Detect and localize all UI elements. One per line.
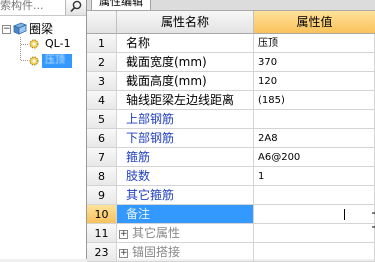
tree-connector xyxy=(20,37,21,60)
property-name: 截面宽度(mm) xyxy=(117,53,254,72)
row-number: 4 xyxy=(87,91,117,110)
table-row[interactable]: 8 肢数 1 xyxy=(87,167,375,186)
table-row[interactable]: 9 其它箍筋 xyxy=(87,186,375,205)
row-number: 5 xyxy=(87,110,117,129)
property-value-cell[interactable]: 370 xyxy=(254,53,375,72)
component-tree-panel: 索构件... − 圈梁 QL-1 压顶 xyxy=(0,0,87,259)
row-number-header xyxy=(87,11,117,34)
table-row[interactable]: 4 轴线距梁左边线距离 (185) xyxy=(87,91,375,110)
property-group-name[interactable]: + 其它属性 xyxy=(117,224,254,243)
column-header-value[interactable]: 属性值 xyxy=(254,11,375,34)
tree-node-ql1[interactable]: QL-1 xyxy=(45,36,71,52)
property-name: 肢数 xyxy=(117,167,254,186)
gear-icon xyxy=(29,39,39,49)
tab-property-edit[interactable]: 属性编辑 xyxy=(91,0,151,10)
table-row[interactable]: 2 截面宽度(mm) 370 xyxy=(87,53,375,72)
property-value-cell[interactable] xyxy=(254,110,375,129)
row-number: 7 xyxy=(87,148,117,167)
property-name: 下部钢筋 xyxy=(117,129,254,148)
row-number: 9 xyxy=(87,186,117,205)
property-name: 名称 xyxy=(117,34,254,53)
table-row[interactable]: 10 备注 xyxy=(87,205,375,224)
ibeam-cursor-icon xyxy=(372,212,375,228)
table-row[interactable]: 5 上部钢筋 xyxy=(87,110,375,129)
tree-connector xyxy=(21,60,28,61)
row-number: 11 xyxy=(87,224,117,243)
search-icon xyxy=(70,0,82,13)
search-input[interactable]: 索构件... xyxy=(0,0,66,13)
tree-collapse-toggle[interactable]: − xyxy=(2,25,11,34)
table-row[interactable]: 11 + 其它属性 xyxy=(87,224,375,243)
property-value-cell[interactable] xyxy=(254,186,375,205)
expand-icon[interactable]: + xyxy=(119,230,128,239)
tree-node-root[interactable]: 圈梁 xyxy=(29,21,53,37)
property-name: 截面高度(mm) xyxy=(117,72,254,91)
row-number: 1 xyxy=(87,34,117,53)
property-value-cell[interactable] xyxy=(254,243,375,262)
property-name: 其它箍筋 xyxy=(117,186,254,205)
collapse-symbol: − xyxy=(3,24,11,34)
tab-strip: 属性编辑 xyxy=(87,0,375,11)
table-row[interactable]: 1 名称 压顶 xyxy=(87,34,375,53)
text-caret xyxy=(344,209,345,220)
expand-icon[interactable]: + xyxy=(119,249,128,258)
property-value-cell[interactable] xyxy=(254,224,375,243)
search-button[interactable] xyxy=(65,0,86,15)
tree-connector xyxy=(21,44,28,45)
property-name: 上部钢筋 xyxy=(117,110,254,129)
property-name: 轴线距梁左边线距离 xyxy=(117,91,254,110)
table-row[interactable]: 3 截面高度(mm) 120 xyxy=(87,72,375,91)
property-value-cell[interactable]: 1 xyxy=(254,167,375,186)
beam-category-icon xyxy=(12,22,28,35)
row-number: 6 xyxy=(87,129,117,148)
row-number: 2 xyxy=(87,53,117,72)
table-row[interactable]: 7 箍筋 A6@200 xyxy=(87,148,375,167)
tree-node-selected[interactable]: 压顶 xyxy=(42,54,72,68)
property-value-cell[interactable]: 压顶 xyxy=(254,34,375,53)
row-number: 3 xyxy=(87,72,117,91)
property-group-label: 其它属性 xyxy=(132,226,181,240)
property-value-cell[interactable]: A6@200 xyxy=(254,148,375,167)
tree-node-label: 压顶 xyxy=(45,55,65,66)
table-row[interactable]: 6 下部钢筋 2A8 xyxy=(87,129,375,148)
property-value-cell[interactable]: 2A8 xyxy=(254,129,375,148)
row-number: 8 xyxy=(87,167,117,186)
table-row[interactable]: 23 + 锚固搭接 xyxy=(87,243,375,262)
gear-icon xyxy=(29,56,39,66)
property-name: 备注 xyxy=(117,205,254,224)
property-value-cell[interactable]: (185) xyxy=(254,91,375,110)
property-group-name[interactable]: + 锚固搭接 xyxy=(117,243,254,262)
property-name: 箍筋 xyxy=(117,148,254,167)
column-header-name[interactable]: 属性名称 xyxy=(117,11,254,34)
property-value-cell[interactable]: 120 xyxy=(254,72,375,91)
property-group-label: 锚固搭接 xyxy=(132,245,181,259)
row-number: 23 xyxy=(87,243,117,262)
search-box[interactable]: 索构件... xyxy=(0,0,86,16)
property-value-cell[interactable] xyxy=(254,205,375,224)
row-number: 10 xyxy=(87,205,117,224)
property-panel: 属性编辑 属性名称 属性值 1 名称 压顶 2 截面宽度(mm) 370 3 截面高度(mm)… xyxy=(87,0,375,262)
